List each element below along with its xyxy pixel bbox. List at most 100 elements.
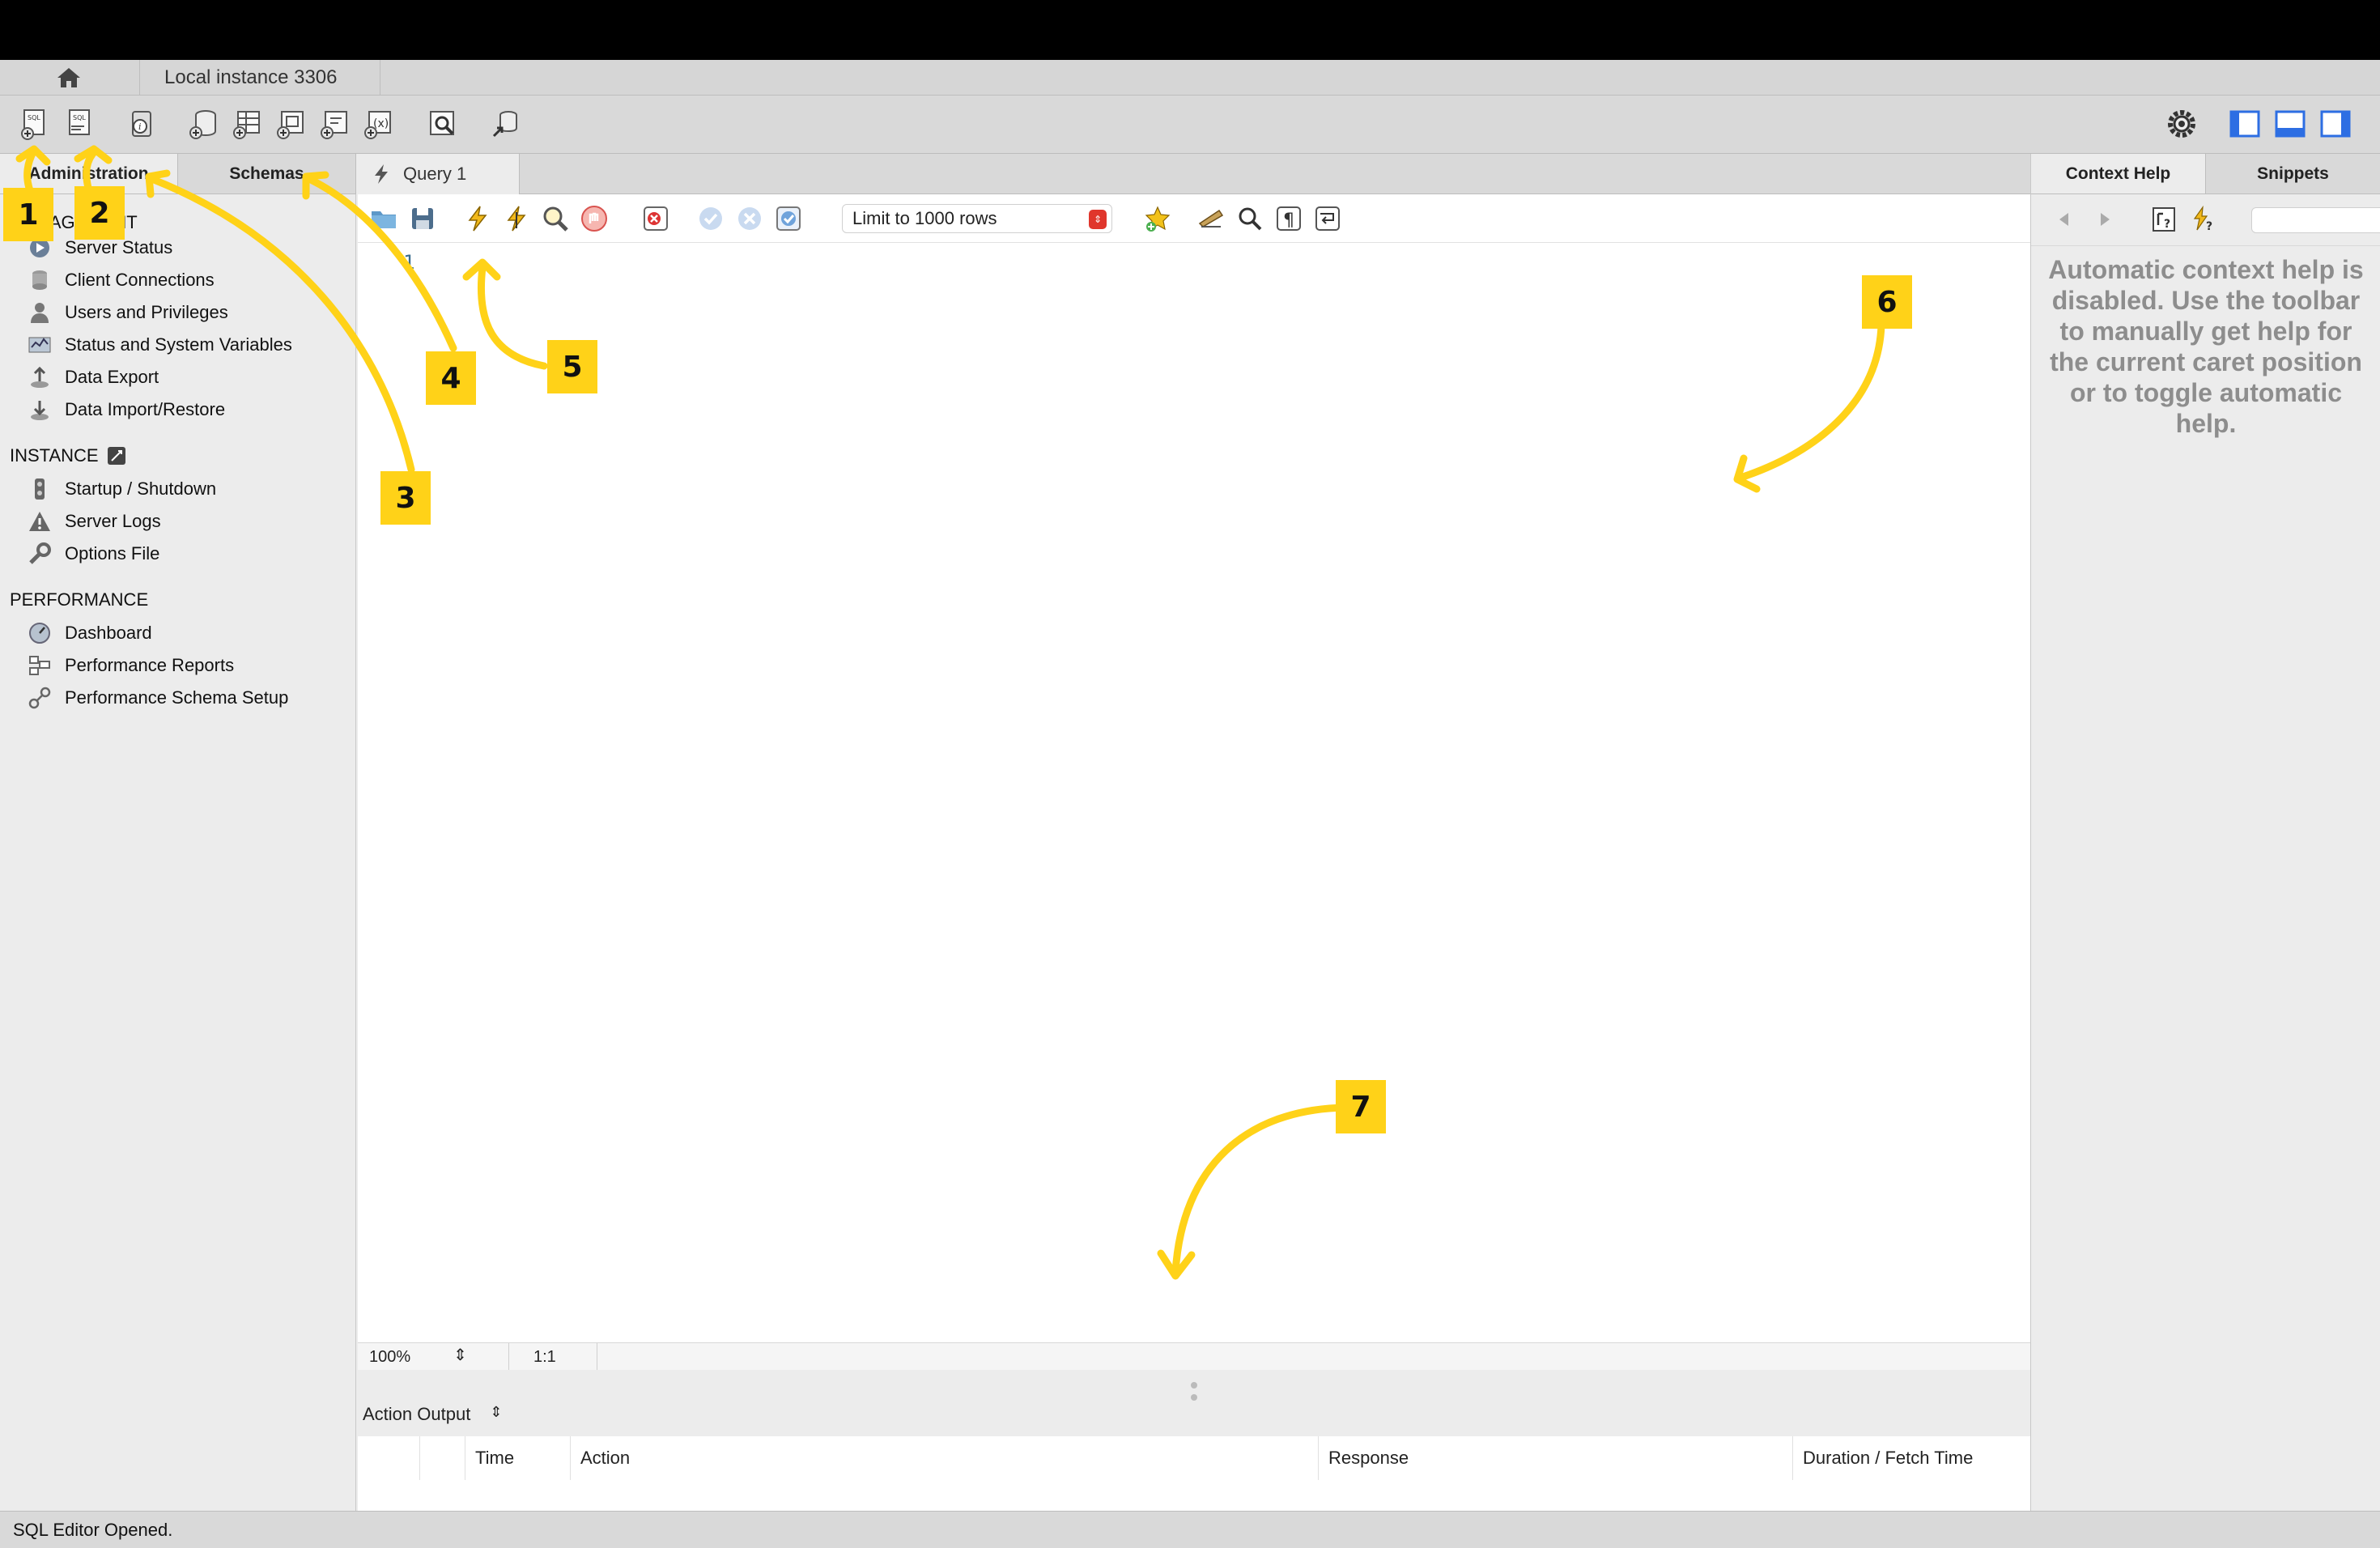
- nav-dashboard[interactable]: Dashboard: [28, 619, 152, 648]
- tab-schemas[interactable]: Schemas: [178, 154, 356, 194]
- rollback-icon[interactable]: [735, 204, 764, 233]
- nav-options-file[interactable]: Options File: [28, 539, 159, 568]
- tab-query-1[interactable]: Query 1: [358, 154, 520, 194]
- dashboard-icon: [29, 623, 50, 644]
- word-wrap-icon[interactable]: [1313, 204, 1342, 233]
- caret-position: 1:1: [508, 1343, 597, 1371]
- forward-arrow-icon[interactable]: [2096, 211, 2114, 228]
- nav-label: Client Connections: [65, 270, 215, 290]
- settings-gear-icon[interactable]: [2165, 107, 2199, 141]
- nav-server-logs[interactable]: Server Logs: [28, 507, 161, 536]
- create-schema-icon[interactable]: [186, 107, 220, 141]
- sql-editor[interactable]: 1: [358, 243, 2030, 1342]
- home-tab[interactable]: [0, 60, 138, 96]
- performance-reports-icon: [29, 656, 50, 675]
- query-tab-label: Query 1: [403, 164, 467, 184]
- help-search-input[interactable]: [2251, 207, 2380, 233]
- nav-data-import[interactable]: Data Import/Restore: [28, 395, 225, 424]
- sql-editor-toolbar: Limit to 1000 rows ⇕ ¶: [358, 194, 2030, 243]
- zoom-level[interactable]: 100%: [369, 1348, 410, 1367]
- create-table-icon[interactable]: [230, 107, 264, 141]
- add-snippet-star-icon[interactable]: [1143, 204, 1172, 233]
- main-toolbar: SQL SQL i (x): [0, 96, 2380, 154]
- nav-client-connections[interactable]: Client Connections: [28, 266, 215, 295]
- column-index: [419, 1436, 465, 1480]
- navigator-sidebar: Administration Schemas MANAGEMENT Server…: [0, 154, 356, 1548]
- invisible-chars-icon[interactable]: ¶: [1274, 204, 1303, 233]
- annotation-badge: 5: [547, 340, 597, 393]
- autocommit-toggle-icon[interactable]: [774, 204, 803, 233]
- open-folder-icon[interactable]: [369, 204, 398, 233]
- stop-icon[interactable]: [580, 204, 609, 233]
- query-tab-bar: Query 1: [358, 154, 2030, 194]
- editor-status-strip: 100% ⇕ 1:1: [358, 1342, 2030, 1371]
- connection-tab[interactable]: Local instance 3306: [139, 60, 380, 96]
- column-action[interactable]: Action: [570, 1436, 1318, 1480]
- save-icon[interactable]: [408, 204, 437, 233]
- commit-icon[interactable]: [696, 204, 725, 233]
- column-response[interactable]: Response: [1318, 1436, 1792, 1480]
- nav-performance-reports[interactable]: Performance Reports: [28, 651, 234, 680]
- server-info-icon[interactable]: i: [125, 107, 159, 141]
- performance-schema-icon: [28, 687, 51, 709]
- sidebar-tabs: Administration Schemas: [0, 154, 356, 194]
- toggle-secondary-sidebar-icon[interactable]: [2318, 107, 2352, 141]
- find-replace-icon[interactable]: [1235, 204, 1264, 233]
- auto-help-toggle-icon[interactable]: ?: [2190, 206, 2217, 233]
- client-connections-icon: [32, 270, 47, 290]
- execute-statement-icon[interactable]: [502, 204, 531, 233]
- search-table-data-icon[interactable]: [426, 107, 460, 141]
- warning-icon: [29, 512, 50, 531]
- open-sql-script-icon[interactable]: SQL: [63, 107, 97, 141]
- annotation-badge: 2: [74, 186, 125, 240]
- create-function-icon[interactable]: (x): [361, 107, 395, 141]
- beautify-icon[interactable]: [1196, 204, 1226, 233]
- nav-label: Server Logs: [65, 511, 161, 531]
- nav-performance-schema-setup[interactable]: Performance Schema Setup: [28, 683, 288, 712]
- panel-splitter-icon[interactable]: [1190, 1380, 1198, 1404]
- nav-label: Performance Schema Setup: [65, 687, 289, 708]
- context-help-message: Automatic context help is disabled. Use …: [2048, 255, 2364, 438]
- toggle-output-panel-icon[interactable]: [2273, 107, 2307, 141]
- create-procedure-icon[interactable]: [317, 107, 351, 141]
- svg-text:SQL: SQL: [28, 114, 40, 121]
- reconnect-icon[interactable]: [489, 107, 523, 141]
- tab-context-help[interactable]: Context Help: [2031, 154, 2206, 194]
- context-help-panel: Context Help Snippets ? ? Automatic cont…: [2030, 154, 2380, 1548]
- select-caret-icon: ⇕: [490, 1404, 503, 1420]
- nav-label: Performance Reports: [65, 655, 235, 675]
- zoom-stepper-icon[interactable]: ⇕: [453, 1345, 467, 1365]
- column-duration[interactable]: Duration / Fetch Time: [1792, 1436, 2030, 1480]
- nav-startup-shutdown[interactable]: Startup / Shutdown: [28, 474, 216, 504]
- new-sql-tab-icon[interactable]: SQL: [18, 107, 52, 141]
- manual-help-icon[interactable]: ?: [2151, 206, 2178, 233]
- select-caret-icon: ⇕: [1089, 210, 1107, 229]
- svg-text:?: ?: [2164, 218, 2170, 231]
- toggle-error-stop-icon[interactable]: [641, 204, 670, 233]
- annotation-badge: 7: [1336, 1080, 1386, 1133]
- explain-icon[interactable]: [541, 204, 570, 233]
- output-type-value: Action Output: [363, 1404, 471, 1424]
- nav-data-export[interactable]: Data Export: [28, 363, 159, 392]
- create-view-icon[interactable]: [274, 107, 308, 141]
- output-type-select[interactable]: Action Output ⇕: [363, 1404, 502, 1425]
- column-time[interactable]: Time: [465, 1436, 570, 1480]
- user-icon: [31, 303, 49, 323]
- row-limit-select[interactable]: Limit to 1000 rows ⇕: [842, 204, 1112, 233]
- connection-tab-bar: Local instance 3306: [0, 60, 2380, 96]
- section-title: INSTANCE: [10, 445, 99, 466]
- column-status: [358, 1436, 419, 1480]
- annotation-badge: 4: [426, 351, 476, 405]
- annotation-badge: 6: [1862, 275, 1912, 329]
- status-variables-icon: [28, 337, 51, 353]
- toggle-sidebar-icon[interactable]: [2228, 107, 2262, 141]
- back-arrow-icon[interactable]: [2055, 211, 2073, 228]
- workbench-window: Local instance 3306 SQL SQL i (x) Admini…: [0, 60, 2380, 1548]
- nav-users-privileges[interactable]: Users and Privileges: [28, 298, 228, 327]
- execute-all-icon[interactable]: [463, 204, 492, 233]
- nav-status-variables[interactable]: Status and System Variables: [28, 330, 292, 359]
- annotation-badge: 1: [3, 188, 53, 241]
- tab-snippets[interactable]: Snippets: [2206, 154, 2380, 194]
- section-instance: INSTANCE: [10, 445, 126, 466]
- data-export-icon: [31, 366, 49, 388]
